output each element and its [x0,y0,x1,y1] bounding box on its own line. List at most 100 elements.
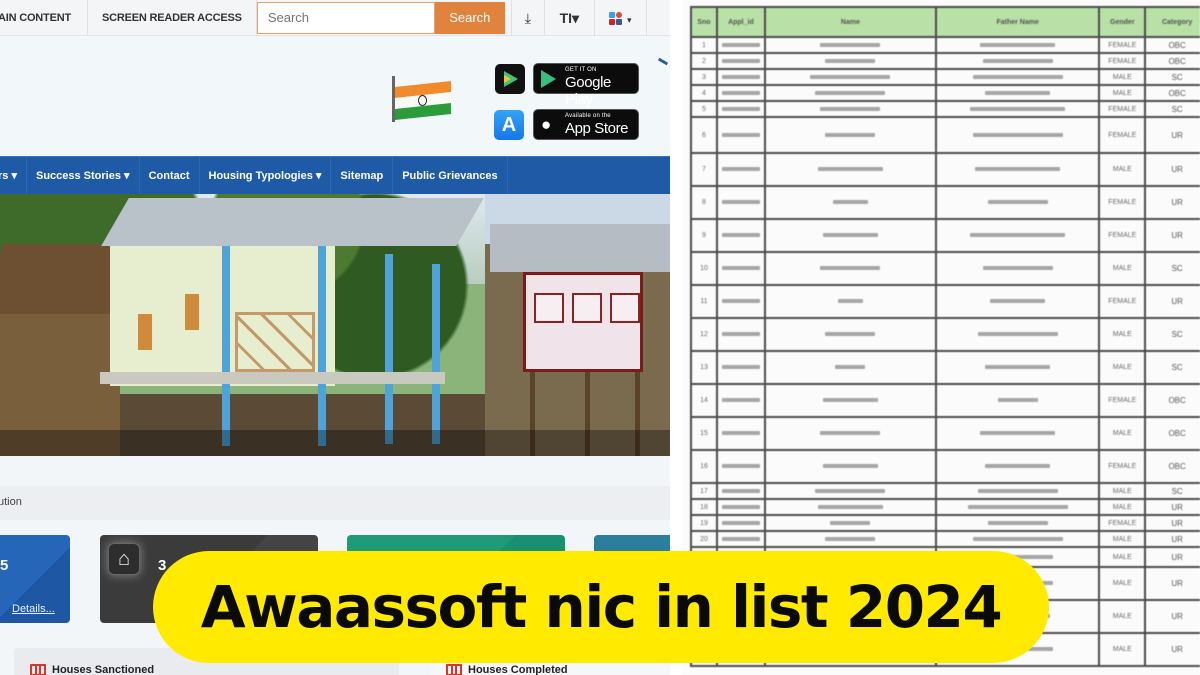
cell-appl-id [715,185,766,220]
column-header: Appl_id [715,6,766,38]
cell-appl-id [715,251,766,286]
blurred-text [721,90,760,95]
table-row: 7 MALE UR [690,152,1200,187]
blurred-text [822,398,878,403]
cell-father-name [934,498,1101,516]
cell-name [763,317,937,352]
cell-father-name [934,350,1101,385]
cell-category: UR [1144,530,1200,548]
blurred-text [985,464,1051,469]
blurred-text [830,520,871,525]
blurred-text [721,536,760,541]
details-link[interactable]: Details... [12,603,55,615]
cell-name [763,482,937,500]
blurred-text [820,42,881,47]
cell-father-name [934,530,1101,548]
blurred-text [985,90,1051,95]
cell-category: SC [1144,317,1200,352]
blurred-text [987,200,1048,205]
blurred-text [825,132,876,137]
top-accessibility-bar: AIN CONTENT SCREEN READER ACCESS Search … [0,0,670,36]
panel-title: Houses Completed [468,664,568,675]
column-header: Father Name [934,6,1101,38]
download-button[interactable]: ⤓ [510,0,545,36]
cell-appl-id [715,100,766,118]
section-header-strip: ution [0,486,670,520]
cell-name [763,498,937,516]
app-store-badge[interactable]: ● Available on the App Store [533,109,639,140]
cell-sno: 18 [690,498,718,516]
google-play-badge[interactable]: GET IT ON Google Play [533,63,639,108]
cell-category: OBC [1144,84,1200,102]
cell-appl-id [715,218,766,253]
cell-category: UR [1144,152,1200,187]
nav-item-success-stories[interactable]: Success Stories ▾ [27,156,140,195]
cell-gender: FEMALE [1098,36,1147,54]
cell-name [763,116,937,154]
blurred-text [721,42,760,47]
blurred-text [721,365,760,370]
cell-sno: 16 [690,449,718,484]
blurred-text [721,504,760,509]
table-row: 8 FEMALE UR [690,185,1200,220]
blurred-text [721,233,760,238]
cell-sno: 12 [690,317,718,352]
search-input[interactable] [256,1,435,34]
cell-gender: FEMALE [1098,449,1147,484]
blurred-text [721,74,760,79]
cell-father-name [934,84,1101,102]
hero-banner-image [0,194,670,456]
blurred-text [987,520,1048,525]
social-media-dropdown[interactable]: ▾ [595,0,647,36]
cell-appl-id [715,68,766,86]
app-store-icon[interactable]: A [494,110,524,140]
nav-item-housing-typologies[interactable]: Housing Typologies ▾ [200,156,332,195]
google-play-icon[interactable] [495,64,525,94]
cell-sno: 14 [690,383,718,418]
blurred-text [972,536,1063,541]
blurred-text [820,106,881,111]
cell-gender: FEMALE [1098,185,1147,220]
screen-reader-access-link[interactable]: SCREEN READER ACCESS [88,0,257,36]
cell-father-name [934,514,1101,532]
cell-sno: 15 [690,416,718,451]
nav-item-public-grievances[interactable]: Public Grievances [393,156,508,195]
nav-item-contact[interactable]: Contact [140,156,200,195]
blurred-text [721,332,760,337]
cell-name [763,530,937,548]
apple-logo-icon: ● [541,115,552,134]
nav-item-sitemap[interactable]: Sitemap [331,156,394,195]
blurred-text [970,233,1066,238]
stat-card[interactable]: 5 Details... [0,535,70,623]
cell-appl-id [715,284,766,319]
cell-gender: MALE [1098,251,1147,286]
nav-item-partial[interactable]: rs ▾ [0,156,27,195]
cell-sno: 3 [690,68,718,86]
blurred-text [721,266,760,271]
section-title: ution [0,496,22,508]
table-row: 10 MALE SC [690,251,1200,286]
text-size-dropdown[interactable]: TI▾ [545,0,595,36]
table-row: 5 FEMALE SC [690,100,1200,118]
cell-category: UR [1144,546,1200,568]
blurred-text [982,266,1053,271]
cell-gender: MALE [1098,599,1147,634]
table-row: 15 MALE OBC [690,416,1200,451]
blurred-text [967,504,1068,509]
cell-father-name [934,152,1101,187]
cell-gender: FEMALE [1098,52,1147,70]
stat-value: 5 [0,557,9,574]
cell-sno: 7 [690,152,718,187]
cell-category: SC [1144,482,1200,500]
search-button[interactable]: Search [434,1,505,34]
blurred-text [825,536,876,541]
blurred-text [721,488,760,493]
cell-sno: 8 [690,185,718,220]
cell-name [763,449,937,484]
cell-father-name [934,284,1101,319]
cell-appl-id [715,52,766,70]
skip-to-main-content-link[interactable]: AIN CONTENT [0,0,88,36]
cell-father-name [934,68,1101,86]
social-media-icon [609,11,623,26]
blurred-text [970,106,1066,111]
